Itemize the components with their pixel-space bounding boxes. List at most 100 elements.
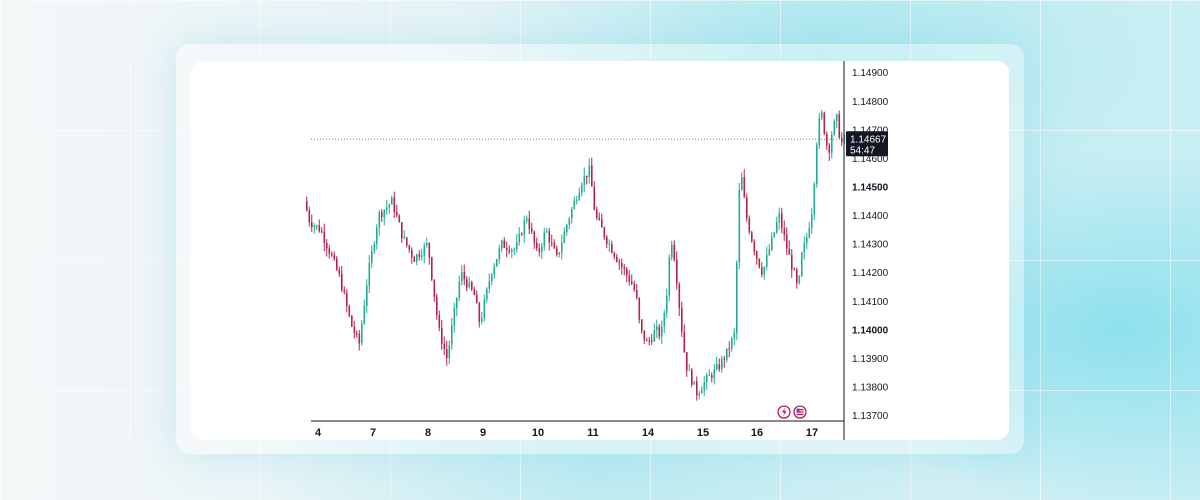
candle-body <box>343 290 346 293</box>
candle-body <box>756 251 758 259</box>
candle-body <box>738 190 741 263</box>
last-price-value: 1.14667 <box>850 134 887 145</box>
candle-body <box>676 259 678 285</box>
x-tick-label: 9 <box>480 427 486 439</box>
candle-body <box>513 249 516 251</box>
candle-body <box>706 375 708 383</box>
candle-body <box>798 276 801 284</box>
candle-body <box>306 201 308 211</box>
candle-body <box>331 253 333 256</box>
candle-body <box>493 266 496 275</box>
flag-stripe <box>796 411 804 413</box>
candle-body <box>453 307 456 326</box>
candle-body <box>801 252 803 277</box>
candle-body <box>433 279 436 297</box>
candle-body <box>808 228 811 238</box>
candle-body <box>381 212 383 217</box>
candle-body <box>366 285 368 306</box>
candle-body <box>833 120 836 135</box>
last-price-badge: 1.14667 54:47 <box>846 131 888 157</box>
candle-body <box>506 247 508 250</box>
y-tick-label: 1.14800 <box>852 97 889 108</box>
candle-body <box>823 112 826 134</box>
candle-body <box>318 225 321 232</box>
y-tick-label: 1.13900 <box>852 354 889 365</box>
candle-body <box>533 231 536 243</box>
candle-body <box>313 225 316 228</box>
y-tick-label: 1.14500 <box>852 183 889 194</box>
candle-body <box>496 259 498 267</box>
candle-body <box>671 244 673 258</box>
candle-body <box>728 348 731 350</box>
candle-body <box>736 262 738 333</box>
candle-body <box>531 228 533 232</box>
candle-body <box>341 273 343 291</box>
candle-body <box>548 231 551 243</box>
candle-body <box>633 284 636 290</box>
x-axis-ticks: 4 7 8 9 10 11 14 15 16 17 <box>315 427 818 439</box>
candle-body <box>431 257 433 280</box>
candle-body <box>628 275 631 282</box>
candle-body <box>526 218 528 221</box>
candle-body <box>641 319 643 331</box>
candle-body <box>398 215 401 223</box>
candle-body <box>781 213 783 229</box>
event-icons <box>777 405 807 419</box>
candle-body <box>501 240 503 249</box>
candle-body <box>831 134 833 153</box>
candle-body <box>743 177 746 198</box>
x-tick-label: 10 <box>532 427 544 439</box>
candle-body <box>423 245 426 256</box>
candle-body <box>686 352 688 371</box>
candle-body <box>788 248 791 255</box>
x-tick-label: 15 <box>697 427 709 439</box>
candle-body <box>421 255 423 257</box>
candle-body <box>778 213 781 223</box>
candle-body <box>511 249 513 252</box>
candle-body <box>708 375 711 377</box>
candle-body <box>703 382 706 391</box>
candlestick-chart: 1.149001.148001.147001.146001.145001.144… <box>306 61 889 440</box>
candle-body <box>391 197 393 205</box>
candle-body <box>556 248 558 255</box>
candle-body <box>813 184 816 215</box>
candle-body <box>523 220 526 235</box>
candle-body <box>753 241 756 252</box>
candle-body <box>811 214 813 229</box>
candle-body <box>681 307 683 332</box>
candles-group <box>306 109 848 401</box>
candle-body <box>761 267 763 275</box>
candle-body <box>598 217 601 220</box>
candle-body <box>486 288 488 300</box>
candle-body <box>356 333 358 335</box>
candle-body <box>538 248 541 252</box>
candle-body <box>608 243 611 245</box>
candle-body <box>593 186 596 210</box>
candle-body <box>338 269 341 274</box>
candle-body <box>406 237 408 246</box>
y-tick-label: 1.14100 <box>852 297 889 308</box>
candle-body <box>561 243 563 253</box>
candle-body <box>466 279 468 288</box>
candle-body <box>631 281 633 285</box>
candle-body <box>413 256 416 262</box>
candle-body <box>386 207 388 211</box>
candle-body <box>668 257 671 296</box>
candle-body <box>591 165 593 187</box>
candle-body <box>348 305 351 316</box>
candle-body <box>726 348 728 360</box>
candle-body <box>478 303 481 322</box>
candle-body <box>618 261 621 264</box>
flag-stripe <box>796 413 804 416</box>
candle-body <box>488 281 491 289</box>
candle-body <box>723 358 726 360</box>
candle-body <box>666 295 668 313</box>
y-tick-label: 1.14000 <box>852 325 889 336</box>
candle-body <box>773 232 776 237</box>
candle-body <box>711 375 713 378</box>
candle-body <box>713 369 716 378</box>
y-tick-label: 1.14400 <box>852 211 889 222</box>
y-tick-label: 1.14900 <box>852 68 889 79</box>
candle-body <box>661 326 663 337</box>
candle-body <box>796 269 798 284</box>
